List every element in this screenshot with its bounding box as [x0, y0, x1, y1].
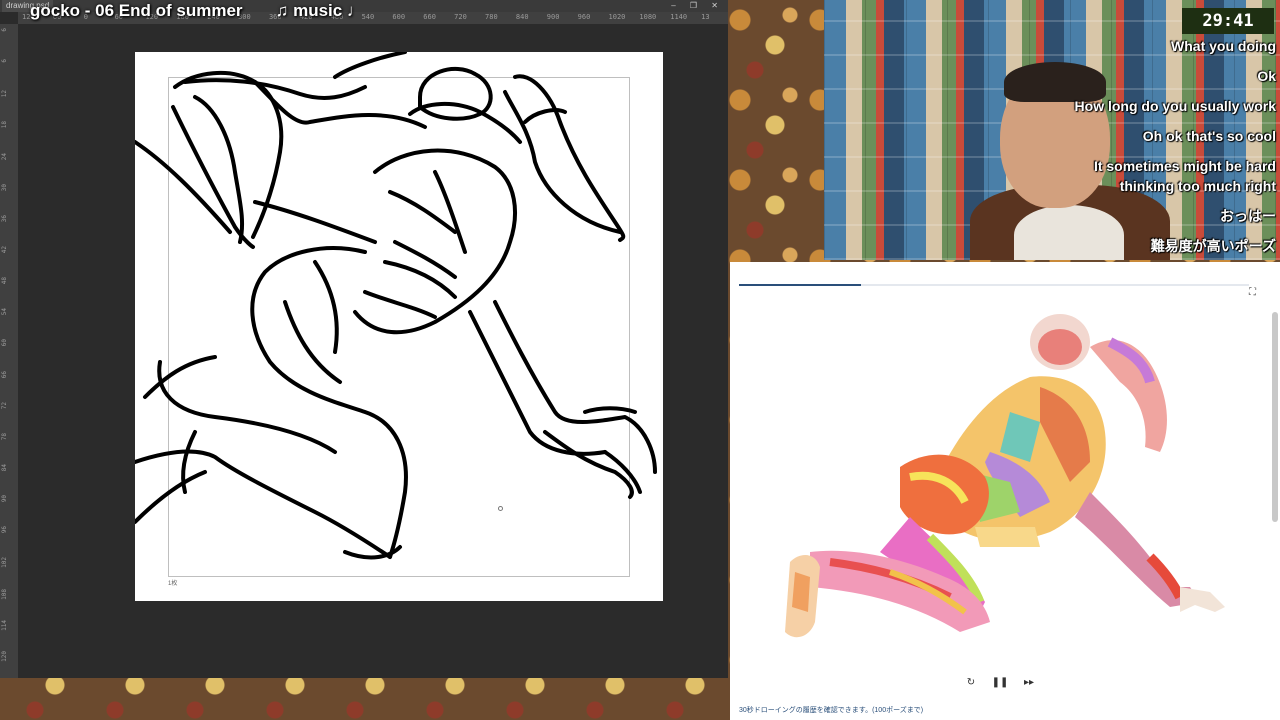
- ruler-tick-label: 6: [1, 59, 8, 63]
- ruler-tick-label: 18: [1, 121, 8, 129]
- ruler-tick-label: 60: [1, 339, 8, 347]
- fullscreen-icon[interactable]: ⛶: [1249, 287, 1256, 298]
- chat-message: How long do you usually work: [1074, 98, 1276, 114]
- canvas-area[interactable]: 1枚: [18, 24, 728, 678]
- figure-sketch: [135, 52, 657, 560]
- anatomy-model[interactable]: [770, 302, 1240, 662]
- history-footnote: 30秒ドローイングの履歴を確認できます。(100ポーズまで): [739, 707, 924, 714]
- chat-message: Oh ok that's so cool: [1142, 128, 1276, 144]
- chat-message: おっはー: [1220, 208, 1276, 224]
- ruler-tick-label: 36: [1, 214, 8, 223]
- ruler-tick-label: 114: [1, 619, 8, 631]
- ruler-tick-label: 1020: [608, 13, 626, 21]
- ruler-tick-label: 12: [1, 90, 8, 98]
- ruler-tick-label: 1080: [639, 13, 657, 21]
- ruler-tick-label: 600: [392, 13, 406, 21]
- now-playing-title: gocko - 06 End of summer ♫ music ♩: [30, 1, 364, 20]
- chat-message: thinking too much right: [1119, 178, 1276, 194]
- ruler-tick-label: 24: [1, 152, 8, 160]
- chat-message: What you doing: [1171, 38, 1276, 54]
- pose-progress-fill: [739, 284, 862, 286]
- chat-message: 難易度が高いポーズ: [1150, 238, 1276, 254]
- ruler-tick-label: 78: [1, 432, 8, 441]
- ruler-tick-label: 48: [1, 277, 8, 285]
- ruler-tick-label: 84: [1, 464, 8, 472]
- ruler-tick-label: 13: [701, 13, 710, 21]
- pose-timer: 29:41: [1182, 8, 1274, 34]
- pose-viewer-panel: ⛶ ↻ ❚❚ ▸▸ 30秒ドローイングの履歴を確認できます。(100ポーズまで): [730, 262, 1280, 720]
- ruler-tick-label: 30: [1, 183, 8, 191]
- drawing-paper[interactable]: 1枚: [135, 52, 663, 601]
- page-scrollbar[interactable]: [1272, 312, 1278, 522]
- ruler-tick-label: 54: [1, 308, 8, 316]
- ruler-tick-label: 1140: [670, 13, 688, 21]
- ruler-tick-label: 720: [454, 13, 467, 21]
- ruler-tick-label: 120: [1, 650, 8, 662]
- ruler-tick-label: 6: [1, 28, 8, 32]
- pose-progress-track: [739, 284, 1249, 286]
- chat-message: Ok: [1257, 68, 1276, 84]
- drawing-app-window: drawing.psd – ❐ ✕ 120 60 0 60 120 180 240 300 36…: [0, 0, 728, 678]
- vertical-ruler: 6 6 12 18 24 30 36 42 48 54 60 66 72 78 84 90 96 102 108 11…: [0, 24, 18, 678]
- ruler-tick-label: 102: [1, 557, 8, 569]
- ruler-tick-label: 900: [546, 13, 560, 21]
- ruler-tick-label: 66: [1, 370, 8, 378]
- ruler-tick-label: 90: [1, 495, 8, 503]
- ruler-tick-label: 42: [1, 246, 8, 254]
- chat-overlay: What you doing Ok How long do you usuall…: [1016, 36, 1276, 260]
- brush-cursor: [498, 506, 503, 511]
- next-icon[interactable]: ▸▸: [1020, 674, 1038, 692]
- webcam-feed: 29:41 What you doing Ok How long do you …: [824, 0, 1280, 260]
- ruler-tick-label: 660: [423, 13, 436, 21]
- chat-message: It sometimes might be hard: [1093, 158, 1276, 174]
- reset-icon[interactable]: ↻: [962, 674, 980, 692]
- ruler-tick-label: 108: [1, 588, 8, 600]
- ruler-tick-label: 72: [1, 401, 8, 409]
- ruler-tick-label: 960: [577, 13, 591, 21]
- ruler-tick-label: 840: [515, 13, 529, 21]
- ruler-tick-label: 780: [485, 13, 498, 21]
- pause-icon[interactable]: ❚❚: [991, 674, 1009, 692]
- window-controls[interactable]: – ❐ ✕: [671, 0, 724, 12]
- ruler-tick-label: 96: [1, 526, 8, 534]
